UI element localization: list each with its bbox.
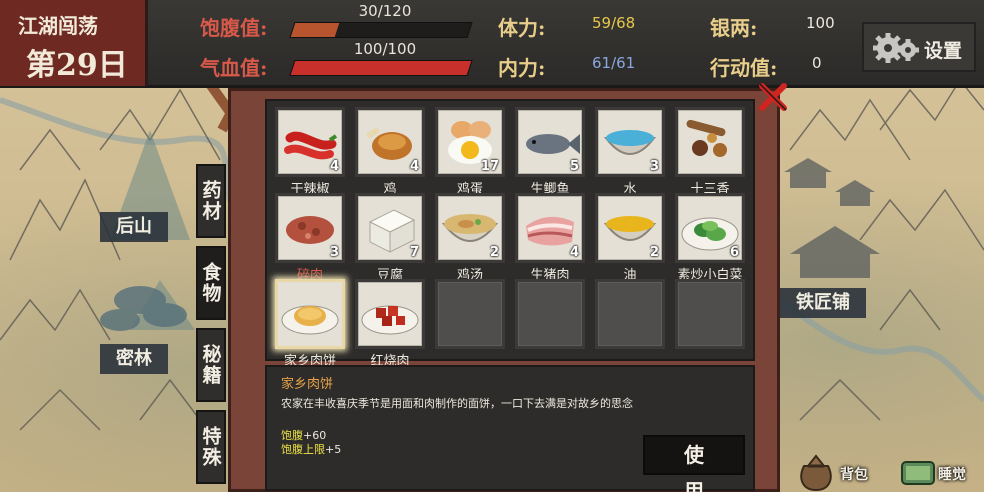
item-detail-description: 农家在丰收喜庆季节是用面和肉制作的面饼，一口下去满是对故乡的思念 (281, 397, 633, 410)
item-count: 7 (409, 245, 419, 260)
close-icon[interactable] (756, 80, 790, 114)
tab-special[interactable]: 特殊 (196, 410, 226, 484)
item-count: 4 (409, 159, 419, 174)
item-detail-title: 家乡肉饼 (281, 377, 334, 392)
satiety-label: 饱腹值: (200, 16, 268, 40)
satiety-bar (289, 22, 473, 38)
tab-herbs[interactable]: 药材 (196, 164, 226, 238)
empty-inventory-slot[interactable] (675, 279, 745, 349)
item-count: 6 (729, 245, 739, 260)
bag-label: 背包 (840, 467, 868, 483)
inventory-slot[interactable]: 6 (675, 193, 745, 263)
item-count: 2 (649, 245, 659, 260)
inventory-slot[interactable]: 5 (515, 107, 585, 177)
sleep-label: 睡觉 (938, 467, 966, 483)
empty-inventory-slot[interactable] (595, 279, 665, 349)
map-location-milin[interactable]: 密林 (100, 344, 168, 374)
item-effect-row: 饱腹上限+5 (281, 441, 341, 457)
health-bar (289, 60, 473, 76)
inventory-slot[interactable]: 17 (435, 107, 505, 177)
effect-key: 饱腹上限 (281, 443, 325, 456)
tab-food[interactable]: 食物 (196, 246, 226, 320)
inventory-slot[interactable]: 4 (355, 107, 425, 177)
item-count: 3 (649, 159, 659, 174)
inventory-slot[interactable] (355, 279, 425, 349)
settings-button[interactable]: 设置 (862, 22, 976, 72)
inventory-slot[interactable]: 4 (275, 107, 345, 177)
health-value: 100/100 (353, 40, 417, 58)
status-bar: 江湖闯荡 第29日 饱腹值: 30/120 气血值: 100/100 体力: 5… (0, 0, 984, 88)
health-bar-fill (290, 61, 472, 75)
item-grid: 干辣椒 4 鸡 4 鸡蛋 17 生鲫鱼 5 水 3 十三香 碎肉 3 豆腐 7 鸡汤 2 生猪肉 4 油 2 素炒小白菜 6… (265, 99, 755, 369)
health-label: 气血值: (200, 56, 268, 80)
location-title: 江湖闯荡 (18, 14, 98, 38)
map-location-houshan[interactable]: 后山 (100, 212, 168, 242)
stamina-value: 59/68 (592, 14, 636, 32)
item-count: 2 (489, 245, 499, 260)
inventory-slot[interactable]: 2 (435, 193, 505, 263)
inventory-slot[interactable]: 3 (595, 107, 665, 177)
inventory-slot[interactable]: 7 (355, 193, 425, 263)
bag-icon (800, 454, 832, 492)
inventory-slot[interactable] (675, 107, 745, 177)
day-counter: 第29日 (26, 48, 128, 83)
date-panel: 江湖闯荡 第29日 (0, 0, 148, 86)
sleep-button[interactable]: 睡觉 (898, 448, 984, 492)
bag-button[interactable]: 背包 (796, 448, 884, 492)
satiety-value: 30/120 (358, 2, 412, 20)
inventory-slot[interactable]: 3 (275, 193, 345, 263)
item-count: 3 (329, 245, 339, 260)
item-count: 4 (329, 159, 339, 174)
inventory-panel: 干辣椒 4 鸡 4 鸡蛋 17 生鲫鱼 5 水 3 十三香 碎肉 3 豆腐 7 鸡汤 2 生猪肉 4 油 2 素炒小白菜 6… (228, 88, 780, 492)
silver-value: 100 (806, 14, 835, 32)
satiety-bar-fill (290, 23, 340, 37)
inner-power-label: 内力: (498, 56, 546, 80)
inner-power-value: 61/61 (592, 54, 636, 72)
effect-value: +5 (325, 443, 342, 456)
inventory-slot[interactable] (275, 279, 345, 349)
silver-label: 银两: (710, 16, 758, 40)
action-points-value: 0 (812, 54, 822, 72)
item-count: 4 (569, 245, 579, 260)
item-detail-panel: 家乡肉饼 农家在丰收喜庆季节是用面和肉制作的面饼，一口下去满是对故乡的思念 饱腹… (265, 365, 755, 492)
use-button[interactable]: 使 用 (643, 435, 745, 492)
bed-icon (901, 461, 935, 485)
map-location-blacksmith[interactable]: 铁匠铺 (780, 288, 866, 318)
empty-inventory-slot[interactable] (435, 279, 505, 349)
braised-pork-icon (358, 282, 422, 350)
meat-pie-icon (278, 282, 342, 350)
item-count: 5 (569, 159, 579, 174)
tab-manuals[interactable]: 秘籍 (196, 328, 226, 402)
settings-label: 设置 (924, 40, 963, 62)
item-count: 17 (480, 159, 499, 174)
spices-icon (678, 110, 742, 178)
inventory-slot[interactable]: 2 (595, 193, 665, 263)
action-points-label: 行动值: (710, 56, 778, 80)
inventory-slot[interactable]: 4 (515, 193, 585, 263)
gear-icon (873, 33, 919, 63)
stamina-label: 体力: (498, 16, 546, 40)
empty-inventory-slot[interactable] (515, 279, 585, 349)
